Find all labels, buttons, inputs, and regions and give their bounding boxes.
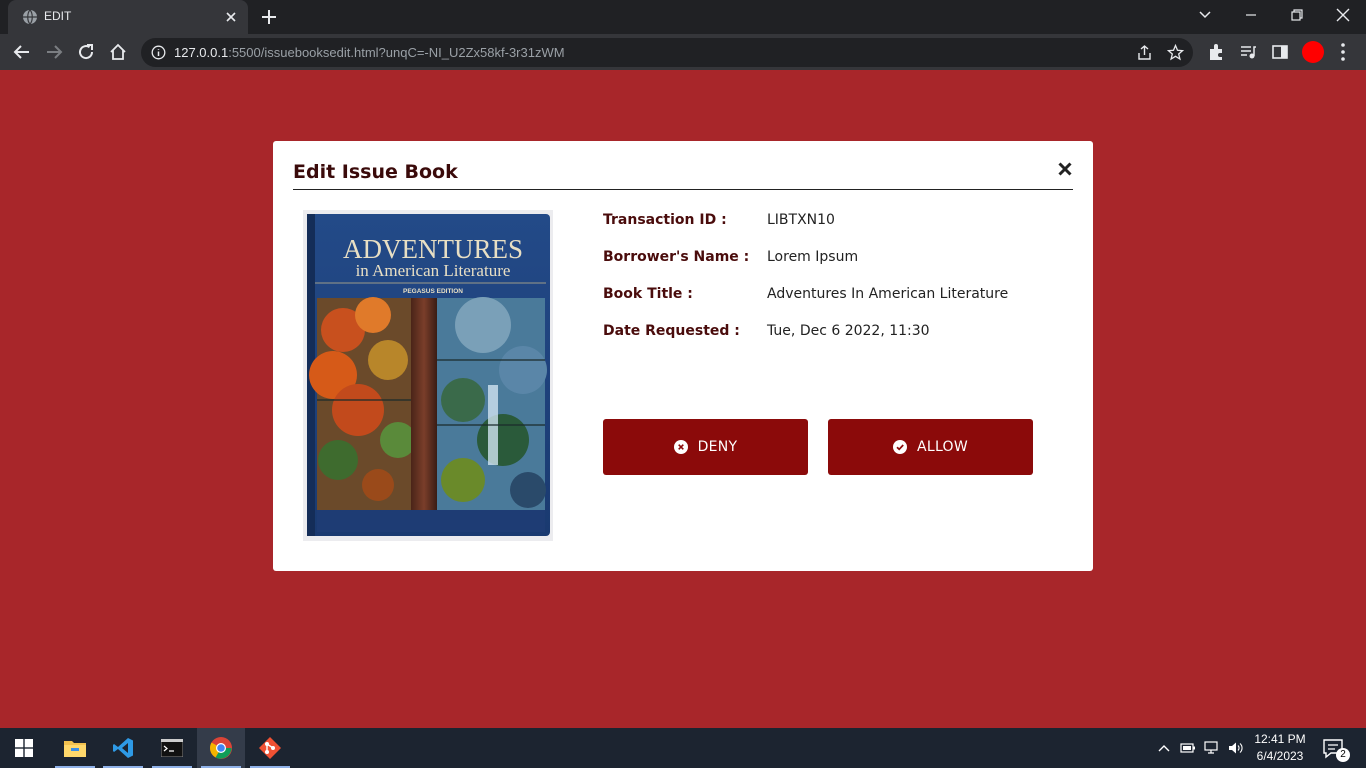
- git-icon: [259, 737, 281, 759]
- clock-date: 6/4/2023: [1256, 749, 1304, 763]
- terminal-icon: [161, 739, 183, 757]
- clock-time: 12:41 PM: [1254, 732, 1306, 746]
- tab-title: EDIT: [44, 9, 72, 23]
- chrome-icon: [210, 737, 232, 759]
- close-window-icon[interactable]: [1320, 0, 1366, 30]
- globe-icon: [23, 9, 37, 25]
- browser-toolbar: 127.0.0.1:5500/issuebooksedit.html?unqC=…: [0, 34, 1366, 70]
- windows-taskbar: 12:41 PM 6/4/2023: [0, 728, 1366, 768]
- profile-avatar[interactable]: [1302, 41, 1324, 63]
- site-info-icon[interactable]: [151, 45, 166, 60]
- vscode-icon: [113, 738, 133, 758]
- new-tab-icon[interactable]: [258, 6, 280, 28]
- forward-icon[interactable]: [41, 39, 67, 65]
- book-title-value: Adventures In American Literature: [767, 286, 1009, 302]
- minimize-icon[interactable]: [1228, 0, 1274, 30]
- address-bar[interactable]: 127.0.0.1:5500/issuebooksedit.html?unqC=…: [141, 38, 1193, 67]
- taskbar-terminal[interactable]: [148, 728, 196, 768]
- battery-icon[interactable]: [1180, 740, 1196, 756]
- tab-search-icon[interactable]: [1182, 0, 1228, 30]
- cover-title-line1: ADVENTURES: [343, 234, 523, 264]
- taskbar-chrome[interactable]: [197, 728, 245, 768]
- close-tab-icon[interactable]: [222, 8, 240, 26]
- url-text: 127.0.0.1:5500/issuebooksedit.html?unqC=…: [174, 45, 565, 60]
- book-cover-image: ADVENTURES in American Literature PEGASU…: [303, 210, 553, 541]
- modal-title: Edit Issue Book: [293, 161, 458, 183]
- folder-icon: [64, 741, 86, 757]
- taskbar-vscode[interactable]: [99, 728, 147, 768]
- windows-logo-icon: [15, 739, 33, 757]
- x-circle-icon: [673, 440, 688, 454]
- browser-tab[interactable]: EDIT: [8, 0, 248, 34]
- volume-icon[interactable]: [1228, 740, 1244, 756]
- check-circle-icon: [892, 440, 907, 454]
- back-icon[interactable]: [9, 39, 35, 65]
- close-icon[interactable]: [1057, 161, 1073, 177]
- restore-icon[interactable]: [1274, 0, 1320, 30]
- transaction-id-label: Transaction ID :: [603, 212, 727, 228]
- title-divider: [293, 189, 1073, 190]
- bookmark-star-icon[interactable]: [1167, 44, 1184, 61]
- borrower-name-value: Lorem Ipsum: [767, 249, 859, 265]
- cover-title-line2: in American Literature: [356, 261, 511, 280]
- date-requested-value: Tue, Dec 6 2022, 11:30: [767, 323, 930, 339]
- network-icon[interactable]: [1204, 740, 1220, 756]
- edit-issue-book-modal: Edit Issue Book ADVENTURES in American L…: [273, 141, 1093, 571]
- allow-button-label: ALLOW: [916, 439, 969, 455]
- reload-icon[interactable]: [73, 39, 99, 65]
- extensions-icon[interactable]: [1206, 42, 1226, 62]
- media-control-icon[interactable]: [1238, 42, 1258, 62]
- taskbar-git[interactable]: [246, 728, 294, 768]
- cover-edition: PEGASUS EDITION: [403, 288, 463, 295]
- notification-badge: 2: [1336, 748, 1350, 762]
- taskbar-file-explorer[interactable]: [51, 728, 99, 768]
- system-clock[interactable]: 12:41 PM 6/4/2023: [1250, 731, 1310, 765]
- borrower-name-label: Borrower's Name :: [603, 249, 750, 265]
- book-title-label: Book Title :: [603, 286, 693, 302]
- browser-menu-icon[interactable]: [1338, 42, 1348, 62]
- home-icon[interactable]: [105, 39, 131, 65]
- share-icon[interactable]: [1136, 44, 1153, 61]
- deny-button-label: DENY: [697, 439, 738, 455]
- browser-tab-bar: EDIT: [0, 0, 1366, 34]
- side-panel-icon[interactable]: [1270, 42, 1290, 62]
- transaction-id-value: LIBTXN10: [767, 212, 835, 228]
- chevron-up-icon[interactable]: [1156, 740, 1172, 756]
- start-button[interactable]: [0, 728, 48, 768]
- deny-button[interactable]: DENY: [603, 419, 808, 475]
- date-requested-label: Date Requested :: [603, 323, 740, 339]
- allow-button[interactable]: ALLOW: [828, 419, 1033, 475]
